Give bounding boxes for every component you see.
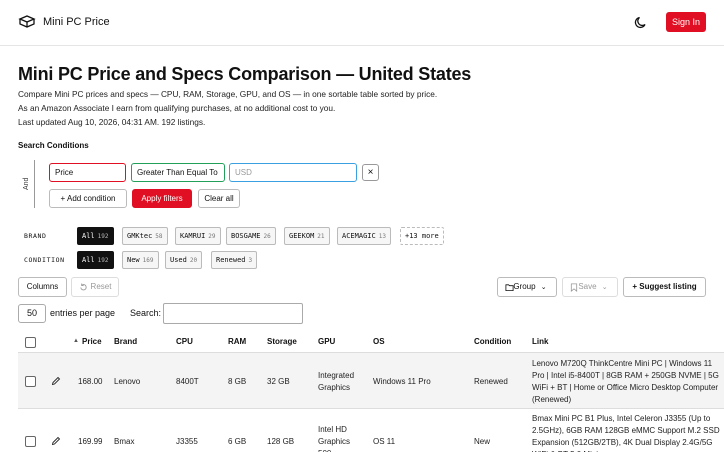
condition-chip-used[interactable]: Used 20 bbox=[165, 251, 203, 269]
brand-chip-bosgame[interactable]: BOSGAME 26 bbox=[226, 227, 276, 245]
columns-button[interactable]: Columns bbox=[18, 277, 67, 297]
sign-in-button[interactable]: Sign In bbox=[666, 12, 706, 32]
sort-asc-icon: ▲ bbox=[73, 338, 79, 344]
col-header-storage[interactable]: Storage bbox=[267, 337, 297, 346]
mini-pc-icon bbox=[18, 15, 36, 28]
search-conditions-title: Search Conditions bbox=[18, 141, 89, 150]
cell-condition: New bbox=[474, 437, 491, 446]
col-header-gpu[interactable]: GPU bbox=[318, 337, 335, 346]
page-title: Mini PC Price and Specs Comparison — Uni… bbox=[18, 64, 472, 84]
col-header-condition[interactable]: Condition bbox=[474, 337, 511, 346]
chevron-down-icon: ⌄ bbox=[601, 284, 608, 291]
brand-more-button[interactable]: +13 more bbox=[400, 227, 444, 245]
group-button[interactable]: Group ⌄ bbox=[497, 277, 557, 297]
clear-all-button[interactable]: Clear all bbox=[198, 189, 240, 208]
cell-storage: 32 GB bbox=[267, 377, 290, 386]
cell-cpu: 8400T bbox=[176, 377, 199, 386]
entries-per-page-select[interactable]: 50 bbox=[18, 304, 46, 323]
site-brand[interactable]: Mini PC Price bbox=[43, 16, 110, 28]
save-button[interactable]: Save ⌄ bbox=[562, 277, 618, 297]
row-checkbox[interactable] bbox=[25, 376, 36, 387]
apply-filters-button[interactable]: Apply filters bbox=[132, 189, 192, 208]
row-checkbox[interactable] bbox=[25, 436, 36, 447]
condition-chip-all[interactable]: All 192 bbox=[77, 251, 114, 269]
cell-gpu-line: Graphics bbox=[318, 383, 351, 392]
cell-link[interactable]: Lenovo M720Q ThinkCentre Mini PC | Windo… bbox=[532, 358, 724, 406]
cell-brand: Bmax bbox=[114, 437, 135, 446]
edit-icon[interactable] bbox=[51, 376, 61, 386]
reset-button[interactable]: Reset bbox=[71, 277, 119, 297]
table-search-input[interactable] bbox=[163, 303, 303, 324]
col-header-link[interactable]: Link bbox=[532, 337, 548, 346]
chevron-down-icon: ⌄ bbox=[540, 284, 547, 291]
cell-price: 169.99 bbox=[78, 437, 103, 446]
brand-chip-kamrui[interactable]: KAMRUI 29 bbox=[175, 227, 221, 245]
brand-chip-acemagic[interactable]: ACEMAGIC 13 bbox=[337, 227, 391, 245]
cell-gpu-line: Graphics bbox=[318, 437, 351, 446]
folder-icon bbox=[505, 284, 514, 292]
last-updated: Last updated Aug 10, 2026, 04:31 AM. 192… bbox=[18, 117, 206, 127]
col-header-cpu[interactable]: CPU bbox=[176, 337, 193, 346]
entries-per-page-label: entries per page bbox=[50, 308, 116, 318]
brand-chip-gmktec[interactable]: GMKtec 58 bbox=[122, 227, 168, 245]
edit-icon[interactable] bbox=[51, 436, 61, 446]
cell-condition: Renewed bbox=[474, 377, 508, 386]
cell-storage: 128 GB bbox=[267, 437, 295, 446]
bookmark-icon bbox=[570, 283, 578, 292]
cell-ram: 8 GB bbox=[228, 377, 247, 386]
cell-link[interactable]: Bmax Mini PC B1 Plus, Intel Celeron J335… bbox=[532, 413, 724, 452]
cell-gpu-line: Intel HD bbox=[318, 425, 347, 434]
row-divider bbox=[18, 408, 724, 409]
cell-gpu-line: Integrated bbox=[318, 371, 355, 380]
col-header-brand[interactable]: Brand bbox=[114, 337, 137, 346]
condition-chip-renewed[interactable]: Renewed 3 bbox=[211, 251, 258, 269]
col-header-os[interactable]: OS bbox=[373, 337, 385, 346]
logic-label: And bbox=[23, 177, 30, 190]
select-all-checkbox[interactable] bbox=[25, 337, 36, 348]
condition-value-input[interactable]: USD bbox=[229, 163, 357, 182]
add-condition-button[interactable]: + Add condition bbox=[49, 189, 127, 208]
cell-os: Windows 11 Pro bbox=[373, 377, 431, 386]
page-description: Compare Mini PC prices and specs — CPU, … bbox=[18, 89, 438, 99]
reset-icon bbox=[80, 283, 87, 291]
logic-bracket bbox=[34, 160, 35, 208]
cell-ram: 6 GB bbox=[228, 437, 247, 446]
brand-chip-all[interactable]: All 192 bbox=[77, 227, 114, 245]
condition-chip-new[interactable]: New 169 bbox=[122, 251, 159, 269]
brand-filter-label: BRAND bbox=[24, 232, 47, 240]
brand-chip-geekom[interactable]: GEEKOM 21 bbox=[284, 227, 330, 245]
col-header-ram[interactable]: RAM bbox=[228, 337, 246, 346]
cell-cpu: J3355 bbox=[176, 437, 198, 446]
col-header-price[interactable]: Price bbox=[82, 337, 102, 346]
condition-filter-label: CONDITION bbox=[24, 256, 65, 264]
affiliate-disclosure: As an Amazon Associate I earn from quali… bbox=[18, 103, 336, 113]
cell-price: 168.00 bbox=[78, 377, 103, 386]
cell-brand: Lenovo bbox=[114, 377, 141, 386]
suggest-listing-button[interactable]: + Suggest listing bbox=[623, 277, 706, 297]
cell-os: OS 11 bbox=[373, 437, 396, 446]
condition-field-select[interactable]: Price bbox=[49, 163, 126, 182]
condition-operator-select[interactable]: Greater Than Equal To bbox=[131, 163, 225, 182]
moon-icon[interactable] bbox=[634, 15, 648, 29]
remove-condition-button[interactable]: × bbox=[362, 164, 379, 181]
top-header: Mini PC Price Sign In bbox=[0, 0, 724, 46]
search-label: Search: bbox=[130, 308, 162, 318]
